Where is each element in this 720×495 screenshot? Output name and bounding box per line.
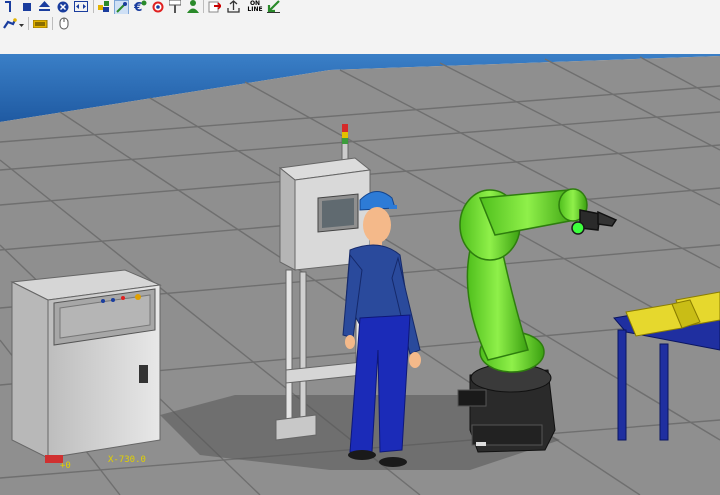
mouse-icon[interactable] xyxy=(57,17,70,30)
cancel-icon[interactable] xyxy=(56,0,69,13)
upload-icon[interactable] xyxy=(227,0,240,13)
person-icon[interactable] xyxy=(186,0,199,13)
download-icon[interactable] xyxy=(267,0,280,13)
svg-text:€: € xyxy=(134,0,142,13)
export-icon[interactable] xyxy=(208,0,221,13)
euro-icon[interactable]: € xyxy=(134,0,147,13)
controller-cabinet xyxy=(10,269,162,463)
3d-viewport[interactable]: +0 X-730.0 xyxy=(0,54,720,495)
toolbar-top: € ON LINE xyxy=(0,0,720,15)
robot-dropdown-icon[interactable] xyxy=(3,17,25,30)
pick-icon[interactable] xyxy=(114,0,129,15)
program-icon[interactable] xyxy=(2,0,15,13)
signpost-icon[interactable] xyxy=(168,0,181,13)
eject-icon[interactable] xyxy=(38,0,51,13)
coord-label-x: X-730.0 xyxy=(108,455,146,465)
tool-frame-icon[interactable] xyxy=(97,0,110,13)
fit-view-icon[interactable] xyxy=(74,0,88,13)
online-label-bottom: LINE xyxy=(247,5,263,13)
stop-icon[interactable] xyxy=(20,0,33,13)
battery-icon[interactable] xyxy=(33,17,48,30)
toolbar-secondary xyxy=(0,14,720,55)
online-icon[interactable]: ON LINE xyxy=(246,0,264,13)
coord-label-origin: +0 xyxy=(60,461,71,471)
target-icon[interactable] xyxy=(151,0,164,13)
robot-base xyxy=(457,363,556,453)
